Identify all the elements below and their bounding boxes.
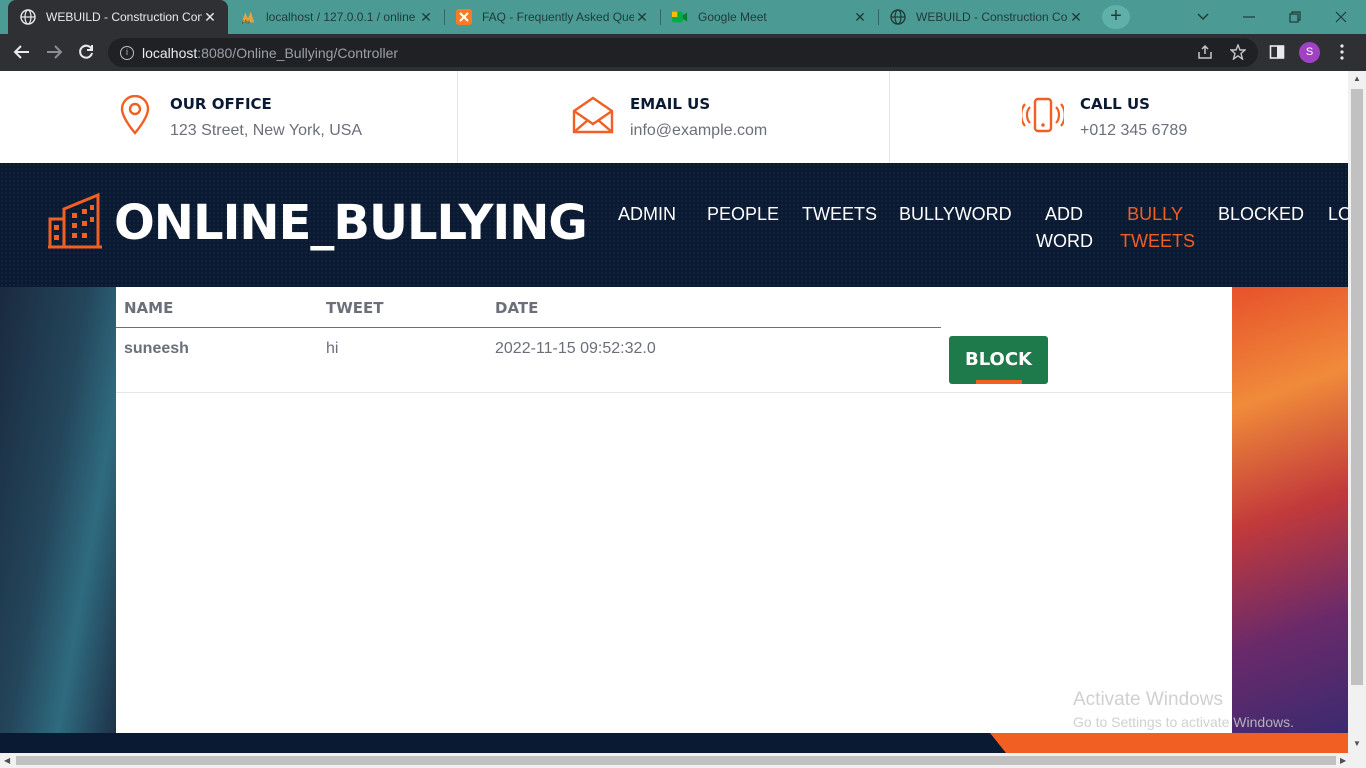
reload-icon[interactable] — [74, 40, 98, 64]
side-panel-icon[interactable] — [1266, 41, 1288, 63]
block-button-label: BLOCK — [964, 349, 1032, 370]
google-meet-icon — [672, 9, 688, 25]
background-photo-left — [0, 287, 116, 733]
background-photo-right — [1232, 287, 1348, 733]
nav-bully-tweets[interactable]: BULLY TWEETS — [1120, 201, 1195, 255]
block-button[interactable]: BLOCK — [949, 336, 1048, 384]
tab-close-icon[interactable]: ✕ — [202, 9, 218, 26]
bully-tweets-panel: NAME TWEET DATE suneesh hi 2022-11-15 09… — [116, 287, 1232, 733]
phone-vibrate-icon — [1020, 95, 1066, 140]
nav-logout[interactable]: LO — [1328, 201, 1348, 228]
activate-windows-watermark: Activate Windows Go to Settings to activ… — [1073, 689, 1294, 730]
forward-icon[interactable] — [42, 40, 66, 64]
share-icon[interactable] — [1194, 41, 1216, 63]
url-host: localhost — [142, 44, 198, 61]
brand-logo[interactable]: ONLINE_BULLYING — [48, 191, 588, 254]
url-bar[interactable]: i localhost:8080/Online_Bullying/Control… — [108, 38, 1258, 67]
menu-kebab-icon[interactable] — [1331, 41, 1353, 63]
scroll-right-icon[interactable]: ▶ — [1340, 756, 1346, 765]
window-close-icon[interactable] — [1318, 0, 1364, 34]
phpmyadmin-icon: php — [240, 9, 256, 25]
email-title: EMAIL US — [630, 94, 711, 113]
globe-icon — [890, 9, 906, 25]
nav-blocked[interactable]: BLOCKED — [1218, 201, 1304, 228]
cell-name: suneesh — [124, 340, 189, 357]
contact-info-bar: OUR OFFICE 123 Street, New York, USA EMA… — [0, 71, 1348, 163]
column-header-name: NAME — [124, 299, 174, 317]
web-page: OUR OFFICE 123 Street, New York, USA EMA… — [0, 71, 1348, 753]
nav-tweets[interactable]: TWEETS — [802, 201, 877, 228]
tab-title: localhost / 127.0.0.1 / online — [266, 10, 416, 24]
nav-bullyword[interactable]: BULLYWORD — [899, 201, 1012, 228]
call-title: CALL US — [1080, 94, 1150, 113]
tab-title: WEBUILD - Construction Con — [916, 10, 1068, 24]
tab-search-icon[interactable] — [1180, 0, 1226, 34]
nav-add-word-line2: WORD — [1036, 231, 1093, 251]
email-info: EMAIL US info@example.com — [572, 71, 767, 163]
xampp-icon — [456, 9, 472, 25]
browser-tab[interactable]: Google Meet ✕ — [660, 0, 878, 34]
call-info: CALL US +012 345 6789 — [1020, 71, 1188, 163]
bookmark-star-icon[interactable] — [1227, 41, 1249, 63]
email-address: info@example.com — [630, 121, 768, 139]
tab-close-icon[interactable]: ✕ — [1068, 9, 1084, 26]
location-pin-icon — [118, 94, 152, 140]
new-tab-button[interactable]: + — [1102, 5, 1130, 29]
cell-tweet: hi — [326, 340, 339, 357]
nav-bully-tweets-line1: BULLY — [1127, 204, 1183, 224]
column-header-tweet: TWEET — [326, 299, 384, 317]
browser-tab[interactable]: WEBUILD - Construction Con ✕ — [878, 0, 1094, 34]
nav-add-word-line1: ADD — [1044, 204, 1083, 224]
watermark-line1: Activate Windows — [1073, 689, 1223, 710]
tab-title: WEBUILD - Construction Con — [46, 10, 202, 24]
nav-admin[interactable]: ADMIN — [618, 201, 676, 228]
scroll-up-icon[interactable]: ▲ — [1353, 74, 1361, 83]
envelope-icon — [572, 95, 614, 140]
content-area: NAME TWEET DATE suneesh hi 2022-11-15 09… — [0, 287, 1348, 733]
main-navbar: ONLINE_BULLYING ADMIN PEOPLE TWEETS BULL… — [0, 163, 1348, 287]
page-footer — [0, 733, 1348, 753]
nav-people[interactable]: PEOPLE — [707, 201, 779, 228]
tab-close-icon[interactable]: ✕ — [634, 9, 650, 26]
globe-icon — [20, 9, 36, 25]
horizontal-scroll-thumb[interactable] — [16, 756, 1336, 765]
scroll-down-icon[interactable]: ▼ — [1353, 739, 1361, 748]
vertical-scroll-thumb[interactable] — [1351, 89, 1363, 685]
browser-tab[interactable]: FAQ - Frequently Asked Que ✕ — [444, 0, 660, 34]
browser-tab-active[interactable]: WEBUILD - Construction Con ✕ — [8, 0, 228, 34]
call-number: +012 345 6789 — [1080, 121, 1188, 139]
tab-title: FAQ - Frequently Asked Que — [482, 10, 634, 24]
cell-date: 2022-11-15 09:52:32.0 — [495, 340, 656, 357]
nav-bully-tweets-line2: TWEETS — [1120, 231, 1195, 251]
buildings-icon — [48, 191, 102, 254]
restore-icon[interactable] — [1272, 0, 1318, 34]
vertical-scrollbar[interactable]: ▲ ▼ — [1348, 71, 1366, 753]
office-title: OUR OFFICE — [170, 94, 272, 113]
horizontal-scrollbar[interactable]: ◀ ▶ — [0, 753, 1366, 768]
office-info: OUR OFFICE 123 Street, New York, USA — [118, 71, 362, 163]
back-icon[interactable] — [10, 40, 34, 64]
tab-title: Google Meet — [698, 10, 767, 24]
tab-close-icon[interactable]: ✕ — [852, 9, 868, 26]
office-address: 123 Street, New York, USA — [170, 121, 363, 139]
watermark-line2: Go to Settings to activate Windows. — [1073, 714, 1294, 730]
brand-name: ONLINE_BULLYING — [114, 194, 588, 251]
address-toolbar: i localhost:8080/Online_Bullying/Control… — [0, 34, 1366, 71]
url-path: :8080/Online_Bullying/Controller — [197, 44, 399, 61]
scroll-left-icon[interactable]: ◀ — [4, 756, 10, 765]
browser-tab-bar: WEBUILD - Construction Con ✕ php localho… — [0, 0, 1366, 34]
browser-tab[interactable]: php localhost / 127.0.0.1 / online ✕ — [228, 0, 444, 34]
column-header-date: DATE — [495, 299, 539, 317]
profile-avatar[interactable]: S — [1299, 42, 1320, 63]
site-info-icon[interactable]: i — [120, 45, 134, 60]
nav-add-word[interactable]: ADD WORD — [1036, 201, 1093, 255]
tab-close-icon[interactable]: ✕ — [418, 9, 434, 26]
minimize-icon[interactable] — [1226, 0, 1272, 34]
svg-text:php: php — [242, 19, 251, 25]
